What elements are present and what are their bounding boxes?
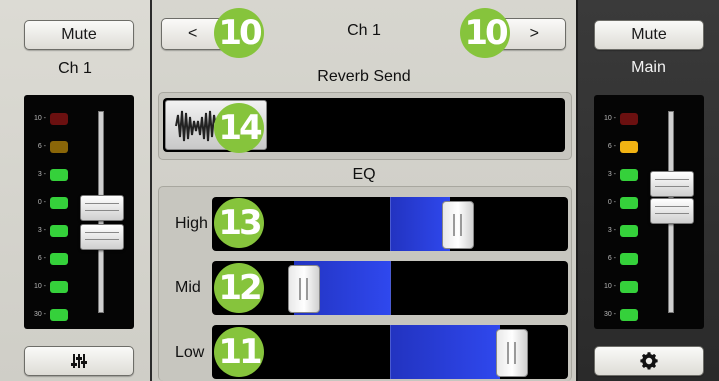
main-strip: Mute Main 10 - 6 - 3 - 0 - 3 - 6 - 10 - 30 - bbox=[578, 0, 719, 381]
meter-scale-label: 3 - bbox=[37, 171, 46, 178]
eq-label-high: High bbox=[175, 215, 208, 232]
mute-button[interactable]: Mute bbox=[24, 20, 134, 50]
meter-scale-label: 6 - bbox=[607, 143, 616, 150]
meter-scale-label: 10 - bbox=[603, 115, 616, 122]
meter-led bbox=[620, 253, 638, 265]
annotation-badge: 10 bbox=[214, 8, 264, 58]
gear-icon bbox=[640, 352, 658, 370]
meter-scale-label: 6 - bbox=[37, 255, 46, 262]
annotation-badge: 10 bbox=[460, 8, 510, 58]
main-mute-button[interactable]: Mute bbox=[594, 20, 704, 50]
level-meter: 10 - 6 - 3 - 0 - 3 - 6 - 10 - 30 - bbox=[24, 95, 134, 329]
fader-cap[interactable] bbox=[80, 224, 124, 250]
meter-scale-label: 0 - bbox=[607, 199, 616, 206]
channel-name: Ch 1 bbox=[58, 60, 92, 77]
eq-title: EQ bbox=[352, 166, 376, 183]
meter-scale-label: 6 - bbox=[607, 255, 616, 262]
meter-led bbox=[620, 225, 638, 237]
eq-high-slider[interactable] bbox=[212, 197, 568, 251]
meter-led bbox=[620, 141, 638, 153]
meter-scale-label: 3 - bbox=[607, 171, 616, 178]
meter-scale-label: 10 - bbox=[33, 283, 46, 290]
meter-scale-label: 30 - bbox=[33, 311, 46, 318]
annotation-badge: 11 bbox=[214, 327, 264, 377]
meter-led bbox=[620, 281, 638, 293]
meter-scale-label: 0 - bbox=[37, 199, 46, 206]
meter-scale-label: 6 - bbox=[37, 143, 46, 150]
meter-led bbox=[50, 281, 68, 293]
meter-led bbox=[50, 197, 68, 209]
main-fader-cap[interactable] bbox=[650, 171, 694, 197]
eq-label-low: Low bbox=[175, 344, 205, 361]
meter-led bbox=[50, 113, 68, 125]
sliders-icon bbox=[71, 354, 87, 368]
eq-low-handle[interactable] bbox=[496, 329, 528, 377]
meter-led bbox=[50, 225, 68, 237]
channel-title: Ch 1 bbox=[347, 22, 381, 39]
main-settings-button[interactable] bbox=[594, 346, 704, 376]
meter-led bbox=[620, 309, 638, 321]
eq-high-handle[interactable] bbox=[442, 201, 474, 249]
meter-scale-label: 30 - bbox=[603, 311, 616, 318]
channel-settings-button[interactable] bbox=[24, 346, 134, 376]
meter-led bbox=[620, 197, 638, 209]
meter-led bbox=[620, 113, 638, 125]
main-level-meter: 10 - 6 - 3 - 0 - 3 - 6 - 10 - 30 - bbox=[594, 95, 704, 329]
fader-cap[interactable] bbox=[80, 195, 124, 221]
meter-scale-label: 3 - bbox=[607, 227, 616, 234]
eq-low-slider[interactable] bbox=[212, 325, 568, 379]
meter-led bbox=[50, 253, 68, 265]
eq-label-mid: Mid bbox=[175, 279, 201, 296]
annotation-badge: 14 bbox=[214, 103, 264, 153]
meter-led bbox=[50, 169, 68, 181]
meter-led bbox=[50, 309, 68, 321]
channel-detail-panel: < Ch 1 > Reverb Send EQ High Mid Low bbox=[152, 0, 576, 381]
reverb-title: Reverb Send bbox=[317, 68, 411, 85]
main-fader-cap[interactable] bbox=[650, 198, 694, 224]
meter-scale-label: 3 - bbox=[37, 227, 46, 234]
meter-led bbox=[620, 169, 638, 181]
meter-scale-label: 10 - bbox=[33, 115, 46, 122]
meter-led bbox=[50, 141, 68, 153]
annotation-badge: 12 bbox=[214, 263, 264, 313]
meter-scale-label: 10 - bbox=[603, 283, 616, 290]
eq-mid-slider[interactable] bbox=[212, 261, 568, 315]
main-channel-name: Main bbox=[631, 59, 666, 76]
annotation-badge: 13 bbox=[214, 198, 264, 248]
eq-mid-handle[interactable] bbox=[288, 265, 320, 313]
channel-strip: Mute Ch 1 10 - 6 - 3 - 0 - 3 - 6 - 10 - 30 - bbox=[0, 0, 152, 381]
